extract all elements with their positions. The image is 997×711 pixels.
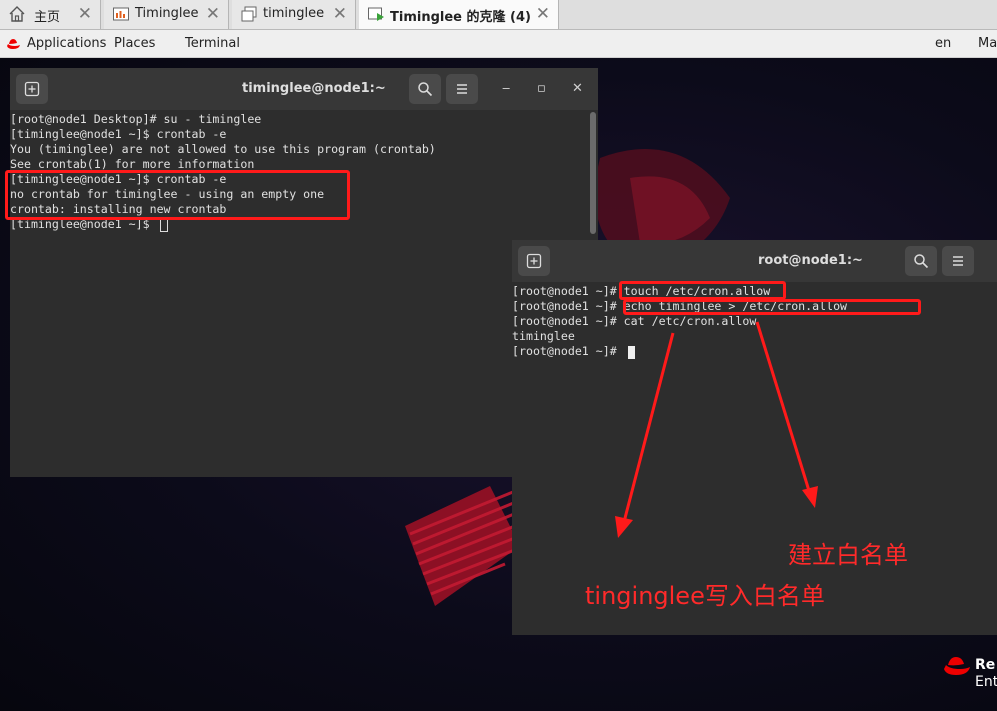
brand-text-line2: Ent bbox=[975, 674, 997, 690]
redhat-logo-icon bbox=[944, 657, 970, 675]
annotation-arrows bbox=[615, 321, 818, 538]
brand-text-line1: Re bbox=[975, 657, 996, 673]
annotation-create-whitelist: 建立白名单 bbox=[788, 541, 908, 569]
arrow-to-write-label bbox=[622, 332, 675, 523]
arrowhead bbox=[802, 486, 818, 508]
arrow-to-create-label bbox=[755, 321, 812, 495]
arrowhead bbox=[615, 516, 633, 538]
annotation-write-whitelist: tinginglee写入白名单 bbox=[585, 582, 825, 610]
